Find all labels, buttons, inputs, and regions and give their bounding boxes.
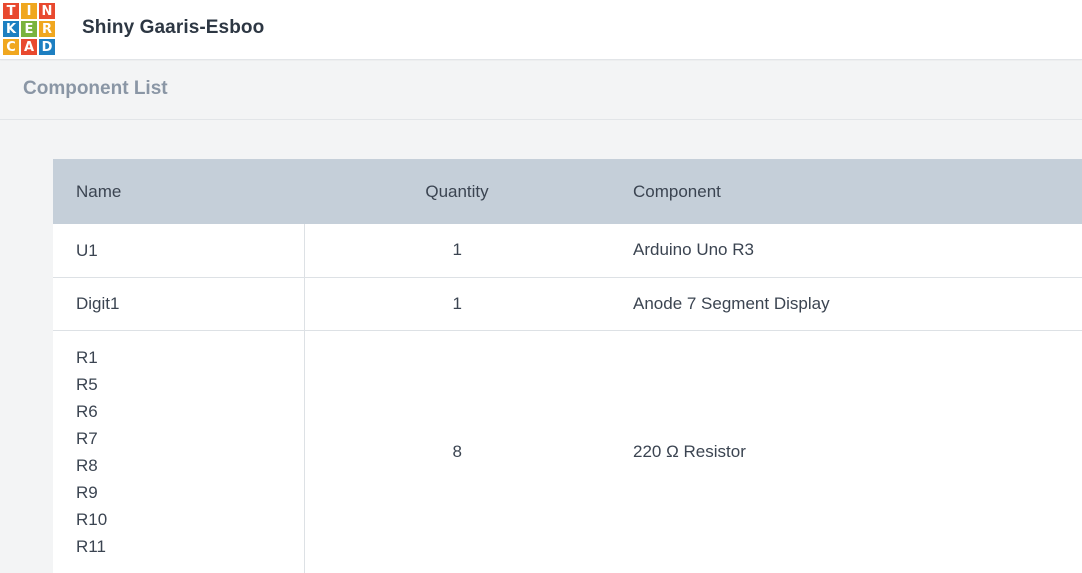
design-title: Shiny Gaaris-Esboo — [82, 17, 265, 38]
component-name: R9 — [76, 482, 98, 502]
logo-cell: K — [3, 21, 19, 37]
logo-cell: I — [21, 3, 37, 19]
table-row: Digit1 1 Anode 7 Segment Display — [53, 277, 1082, 331]
component-name: R11 — [76, 536, 106, 556]
logo-cell: D — [39, 39, 55, 55]
column-header-name: Name — [53, 159, 304, 224]
component-name: R6 — [76, 401, 98, 421]
table-row: R1 R5 R6 R7 R8 R9 R10 R11 8 220 Ω Resist… — [53, 330, 1082, 573]
column-header-quantity: Quantity — [304, 159, 610, 224]
page-title: Component List — [23, 78, 168, 99]
cell-component: 220 Ω Resistor — [610, 330, 1082, 573]
top-bar: T I N K E R C A D Shiny Gaaris-Esboo — [0, 0, 1082, 60]
logo-cell: N — [39, 3, 55, 19]
cell-quantity: 1 — [304, 224, 610, 278]
cell-name: Digit1 — [53, 277, 305, 331]
main-content: Name Quantity Component U1 1 Arduino Uno… — [0, 121, 1082, 573]
component-name: R10 — [76, 509, 108, 529]
column-header-component: Component — [610, 159, 1082, 224]
tinkercad-logo[interactable]: T I N K E R C A D — [3, 3, 55, 55]
cell-name: U1 — [53, 224, 305, 278]
table-header-row: Name Quantity Component — [53, 159, 1082, 224]
cell-name: R1 R5 R6 R7 R8 R9 R10 R11 — [53, 330, 305, 573]
cell-component: Anode 7 Segment Display — [610, 277, 1082, 331]
component-table: Name Quantity Component U1 1 Arduino Uno… — [53, 159, 1082, 573]
component-name: Digit1 — [76, 294, 120, 313]
component-name: R5 — [76, 374, 98, 394]
table-row: U1 1 Arduino Uno R3 — [53, 224, 1082, 278]
cell-quantity: 1 — [304, 277, 610, 331]
logo-cell: E — [21, 21, 37, 37]
component-name: R7 — [76, 428, 98, 448]
cell-component: Arduino Uno R3 — [610, 224, 1082, 278]
cell-quantity: 8 — [304, 330, 610, 573]
component-name: R8 — [76, 455, 98, 475]
component-name: R1 — [76, 347, 98, 367]
logo-cell: A — [21, 39, 37, 55]
page-header: Component List — [0, 61, 1082, 120]
logo-cell: C — [3, 39, 19, 55]
logo-cell: T — [3, 3, 19, 19]
logo-cell: R — [39, 21, 55, 37]
component-name: U1 — [76, 240, 98, 260]
